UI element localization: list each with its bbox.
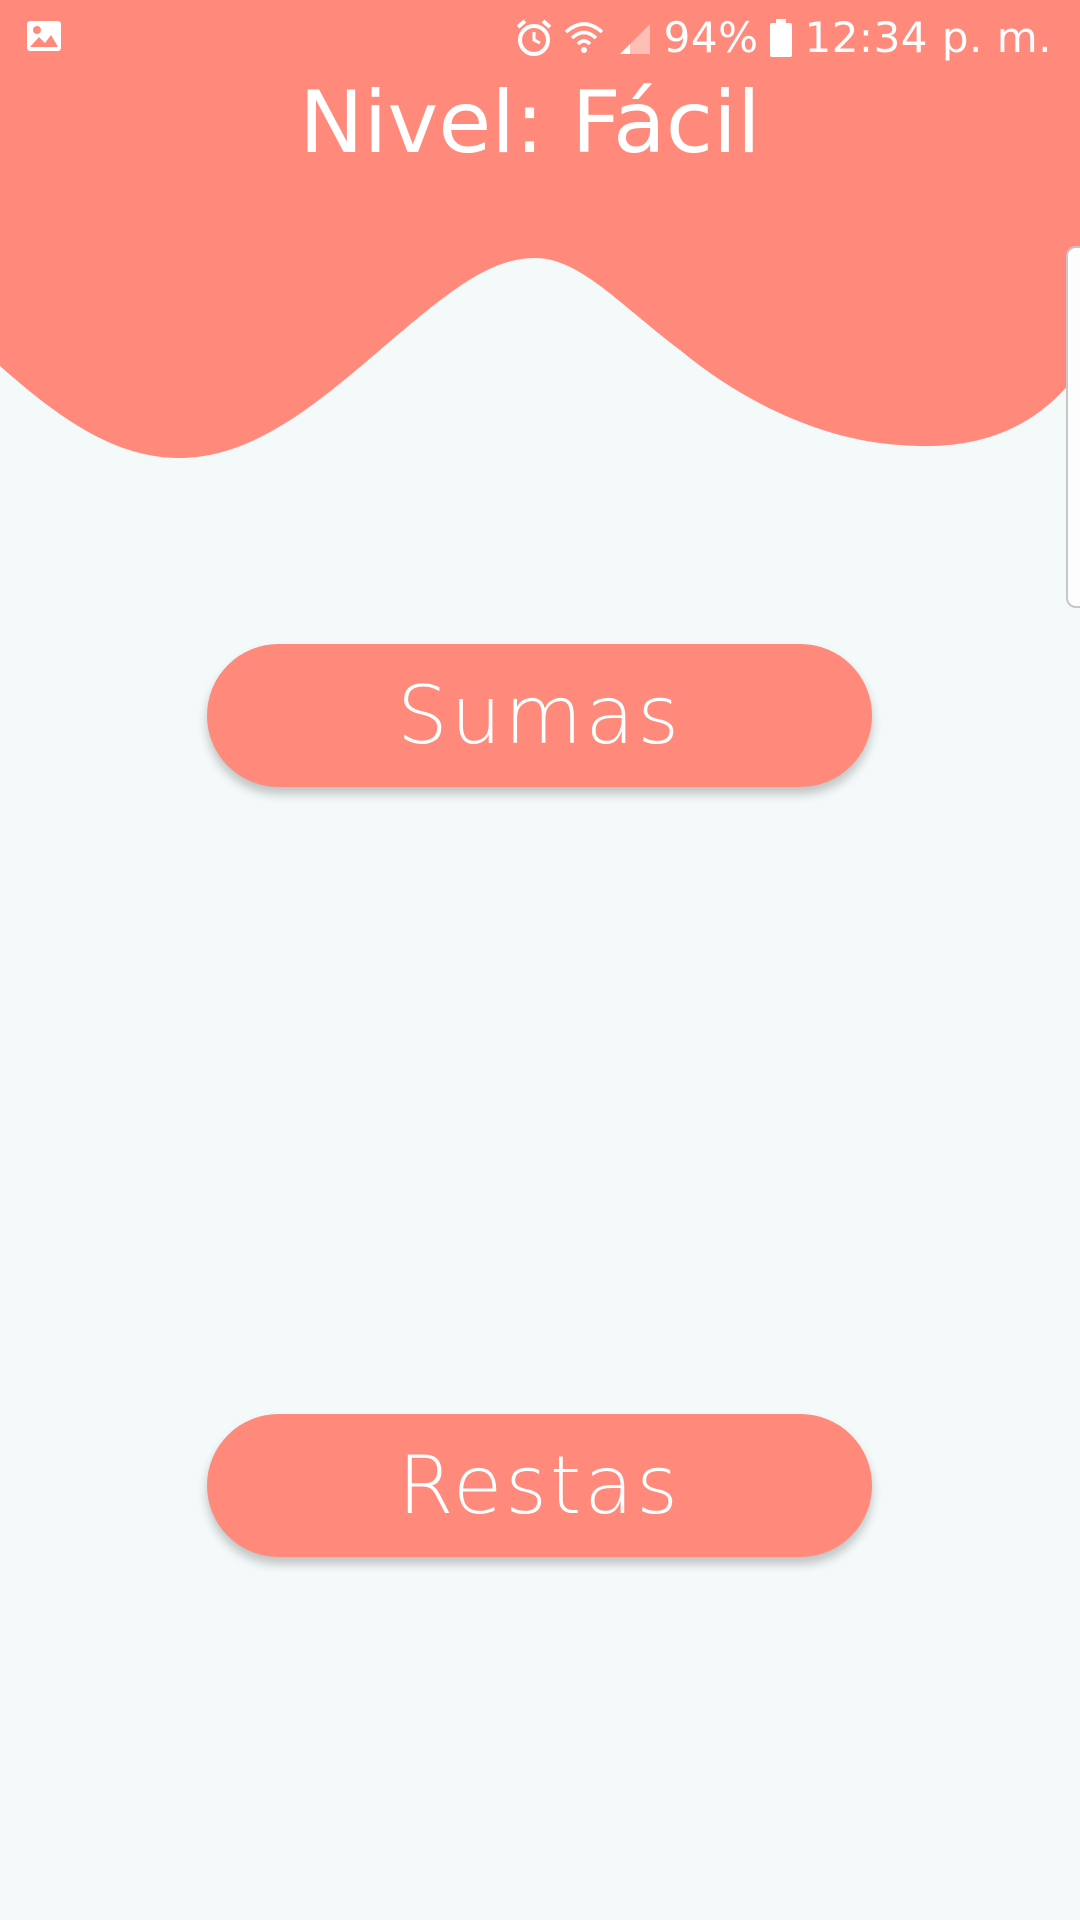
restas-button[interactable]: Restas (207, 1414, 872, 1557)
sumas-button[interactable]: Sumas (207, 644, 872, 787)
clock-time: 12:34 p. m. (804, 13, 1052, 62)
battery-percent: 94% (663, 13, 759, 62)
battery-icon (768, 18, 794, 58)
page-title: Nivel: Fácil (299, 73, 761, 173)
wifi-icon (564, 18, 604, 58)
image-icon (26, 18, 62, 54)
alarm-icon (514, 18, 554, 58)
edge-panel-handle[interactable] (1066, 246, 1080, 608)
status-bar: 94% 12:34 p. m. (0, 0, 1080, 76)
signal-icon (614, 18, 654, 58)
